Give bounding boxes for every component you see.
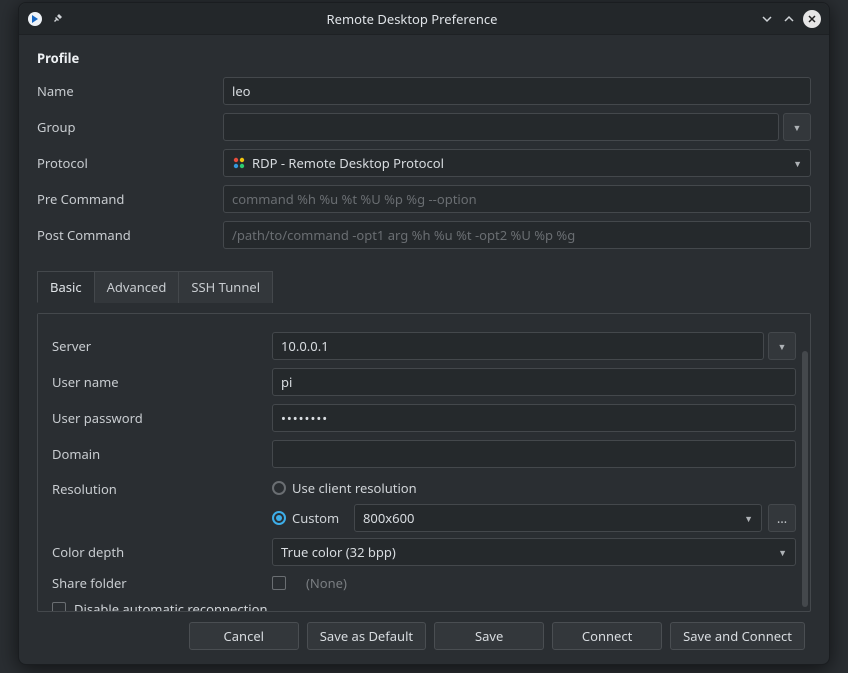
resolution-custom-select[interactable]: 800x600 ▼	[354, 504, 762, 532]
password-label: User password	[52, 409, 272, 427]
tab-basic[interactable]: Basic	[37, 271, 95, 303]
chevron-up-icon[interactable]	[781, 11, 797, 27]
save-default-button[interactable]: Save as Default	[307, 622, 426, 650]
name-label: Name	[37, 82, 223, 100]
tab-advanced[interactable]: Advanced	[94, 271, 180, 303]
protocol-label: Protocol	[37, 154, 223, 172]
username-label: User name	[52, 373, 272, 391]
post-command-label: Post Command	[37, 226, 223, 244]
disable-reconnect-label: Disable automatic reconnection	[74, 600, 268, 611]
titlebar: Remote Desktop Preference	[19, 3, 829, 35]
share-folder-checkbox[interactable]	[272, 576, 286, 590]
close-icon[interactable]	[803, 10, 821, 28]
color-depth-value: True color (32 bpp)	[281, 543, 396, 561]
resolution-label: Resolution	[52, 476, 272, 498]
color-depth-select[interactable]: True color (32 bpp) ▼	[272, 538, 796, 566]
server-history-button[interactable]: ▼	[768, 332, 796, 360]
cancel-button[interactable]: Cancel	[189, 622, 299, 650]
chevron-down-icon: ▼	[793, 121, 802, 134]
save-connect-button[interactable]: Save and Connect	[670, 622, 805, 650]
profile-section-title: Profile	[37, 49, 811, 67]
window-body: Profile Name Group ▼ Protocol	[19, 35, 829, 664]
server-input[interactable]	[272, 332, 764, 360]
pre-command-input[interactable]	[223, 185, 811, 213]
tab-basic-panel: Server ▼ User name User password	[38, 313, 810, 611]
share-folder-label: Share folder	[52, 574, 272, 592]
group-label: Group	[37, 118, 223, 136]
disable-reconnect-checkbox[interactable]	[52, 602, 66, 611]
connect-button[interactable]: Connect	[552, 622, 662, 650]
pin-icon[interactable]	[49, 11, 65, 27]
chevron-down-icon: ▼	[793, 157, 802, 170]
server-label: Server	[52, 337, 272, 355]
scrollbar[interactable]	[802, 351, 808, 607]
name-input[interactable]	[223, 77, 811, 105]
protocol-select[interactable]: RDP - Remote Desktop Protocol ▼	[223, 149, 811, 177]
username-input[interactable]	[272, 368, 796, 396]
chevron-down-icon: ▼	[744, 512, 753, 525]
tabs-panel: Server ▼ User name User password	[37, 313, 811, 612]
group-input[interactable]	[223, 113, 779, 141]
resolution-client-label: Use client resolution	[292, 479, 417, 497]
resolution-client-radio[interactable]	[272, 481, 286, 495]
resolution-more-button[interactable]: …	[768, 504, 796, 532]
resolution-custom-label: Custom	[292, 509, 348, 527]
save-button[interactable]: Save	[434, 622, 544, 650]
post-command-input[interactable]	[223, 221, 811, 249]
password-input[interactable]	[272, 404, 796, 432]
chevron-down-icon[interactable]	[759, 11, 775, 27]
ellipsis-icon: …	[777, 509, 787, 527]
resolution-custom-radio[interactable]	[272, 511, 286, 525]
window-title: Remote Desktop Preference	[65, 10, 759, 28]
pre-command-label: Pre Command	[37, 190, 223, 208]
footer: Cancel Save as Default Save Connect Save…	[37, 612, 811, 654]
rdp-protocol-icon	[232, 156, 246, 170]
app-icon	[27, 11, 43, 27]
group-dropdown-button[interactable]: ▼	[783, 113, 811, 141]
preference-window: Remote Desktop Preference Profile Name G…	[18, 2, 830, 665]
tab-ssh-tunnel[interactable]: SSH Tunnel	[178, 271, 273, 303]
chevron-down-icon: ▼	[778, 340, 787, 353]
color-depth-label: Color depth	[52, 543, 272, 561]
resolution-custom-value: 800x600	[363, 509, 415, 527]
chevron-down-icon: ▼	[778, 546, 787, 559]
protocol-value: RDP - Remote Desktop Protocol	[252, 154, 444, 172]
domain-label: Domain	[52, 445, 272, 463]
domain-input[interactable]	[272, 440, 796, 468]
share-folder-value: (None)	[290, 574, 796, 592]
